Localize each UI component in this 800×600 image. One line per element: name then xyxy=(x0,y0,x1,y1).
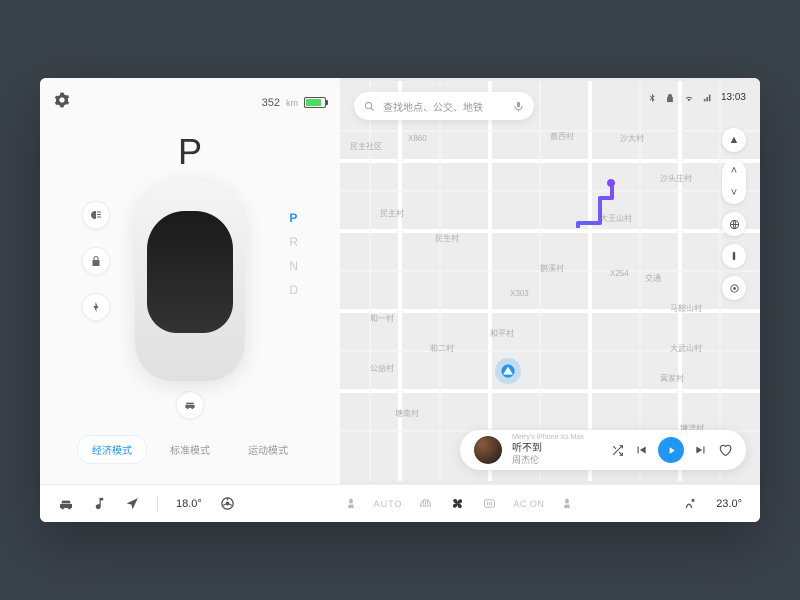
compass-button[interactable]: ▲ xyxy=(722,128,746,152)
play-button[interactable] xyxy=(658,437,684,463)
favorite-button[interactable] xyxy=(718,443,732,457)
map-panel[interactable]: 民主社区 X860 民主村民生村 和一村和二村 公益村塘南村 沙大村沙头庄村 大王… xyxy=(340,78,760,484)
charge-button[interactable] xyxy=(82,293,110,321)
nav-app-icon[interactable] xyxy=(125,497,139,511)
seat-heat-right-icon[interactable] xyxy=(560,497,574,511)
car-app-icon[interactable] xyxy=(58,496,74,512)
headlights-button[interactable] xyxy=(82,201,110,229)
clock: 13:03 xyxy=(721,92,746,103)
battery-icon xyxy=(304,97,326,108)
prev-button[interactable] xyxy=(634,443,648,457)
svg-text:和二村: 和二村 xyxy=(430,343,454,353)
status-bar: 13:03 xyxy=(647,92,746,103)
trunk-button[interactable] xyxy=(176,391,204,419)
mode-standard[interactable]: 标准模式 xyxy=(155,435,225,464)
svg-text:民主村: 民主村 xyxy=(380,208,404,218)
traffic-button[interactable] xyxy=(722,244,746,268)
gear-indicator: P xyxy=(54,131,326,173)
svg-text:沙大村: 沙大村 xyxy=(620,133,644,143)
svg-text:大王山村: 大王山村 xyxy=(600,213,632,223)
range-display: 352 km xyxy=(262,97,326,109)
drive-modes: 经济模式 标准模式 运动模式 xyxy=(54,435,326,464)
rear-defrost-icon[interactable] xyxy=(482,496,497,511)
svg-text:X254: X254 xyxy=(610,269,629,278)
front-defrost-icon[interactable] xyxy=(418,496,433,511)
svg-text:民主社区: 民主社区 xyxy=(350,141,382,151)
wifi-icon xyxy=(683,93,695,103)
lock-button[interactable] xyxy=(82,247,110,275)
svg-text:交通: 交通 xyxy=(645,273,661,283)
svg-text:民生村: 民生村 xyxy=(435,233,459,243)
album-art[interactable] xyxy=(474,436,502,464)
svg-text:X860: X860 xyxy=(408,134,427,143)
zoom-in-icon: ˄ xyxy=(731,165,737,177)
ac-button[interactable]: AC ON xyxy=(513,499,544,509)
gear-selector[interactable]: P R N D xyxy=(289,211,298,297)
car-illustration xyxy=(135,181,245,381)
bottom-bar: 18.0° AUTO AC ON 23.0° xyxy=(40,484,760,522)
seat-heat-left-icon[interactable] xyxy=(344,497,358,511)
current-location-marker xyxy=(495,358,521,384)
svg-text:鹅溪村: 鹅溪村 xyxy=(540,263,564,273)
music-player: Merry's iPhone Xs Max 听不到 周杰伦 xyxy=(460,430,746,470)
zoom-control[interactable]: ˄˅ xyxy=(722,160,746,204)
mode-sport[interactable]: 运动模式 xyxy=(233,435,303,464)
svg-text:和一村: 和一村 xyxy=(370,313,394,323)
locate-button[interactable] xyxy=(722,276,746,300)
music-app-icon[interactable] xyxy=(92,496,107,511)
signal-icon xyxy=(703,93,713,103)
svg-text:大武山村: 大武山村 xyxy=(670,343,702,353)
destination-marker xyxy=(607,179,615,187)
left-temp[interactable]: 18.0° xyxy=(176,498,202,510)
settings-icon[interactable] xyxy=(54,92,70,113)
mode-eco[interactable]: 经济模式 xyxy=(77,435,147,464)
svg-text:蒿家村: 蒿家村 xyxy=(660,373,684,383)
bluetooth-icon xyxy=(647,93,657,103)
fan-icon[interactable] xyxy=(449,495,466,512)
vehicle-panel: 352 km P P R N xyxy=(40,78,340,484)
lock-status-icon xyxy=(665,93,675,103)
voice-icon[interactable] xyxy=(513,101,524,112)
search-bar[interactable]: 查找地点、公交、地铁 xyxy=(354,92,534,120)
svg-text:公益村: 公益村 xyxy=(370,363,394,373)
map-canvas[interactable]: 民主社区 X860 民主村民生村 和一村和二村 公益村塘南村 沙大村沙头庄村 大王… xyxy=(340,78,760,484)
track-info: Merry's iPhone Xs Max 听不到 周杰伦 xyxy=(512,433,584,467)
layers-button[interactable] xyxy=(722,212,746,236)
shuffle-button[interactable] xyxy=(611,444,624,457)
airflow-icon[interactable] xyxy=(683,496,698,511)
svg-text:马鞍山村: 马鞍山村 xyxy=(670,303,702,313)
svg-text:黄西村: 黄西村 xyxy=(550,131,574,141)
auto-button[interactable]: AUTO xyxy=(374,499,403,509)
next-button[interactable] xyxy=(694,443,708,457)
search-placeholder: 查找地点、公交、地铁 xyxy=(383,99,483,114)
svg-text:和平村: 和平村 xyxy=(490,328,514,338)
svg-text:X303: X303 xyxy=(510,289,529,298)
svg-text:塘南村: 塘南村 xyxy=(395,408,419,418)
svg-text:沙头庄村: 沙头庄村 xyxy=(660,173,692,183)
steering-heat-icon[interactable] xyxy=(220,496,235,511)
zoom-out-icon: ˅ xyxy=(731,187,737,199)
right-temp[interactable]: 23.0° xyxy=(716,498,742,510)
